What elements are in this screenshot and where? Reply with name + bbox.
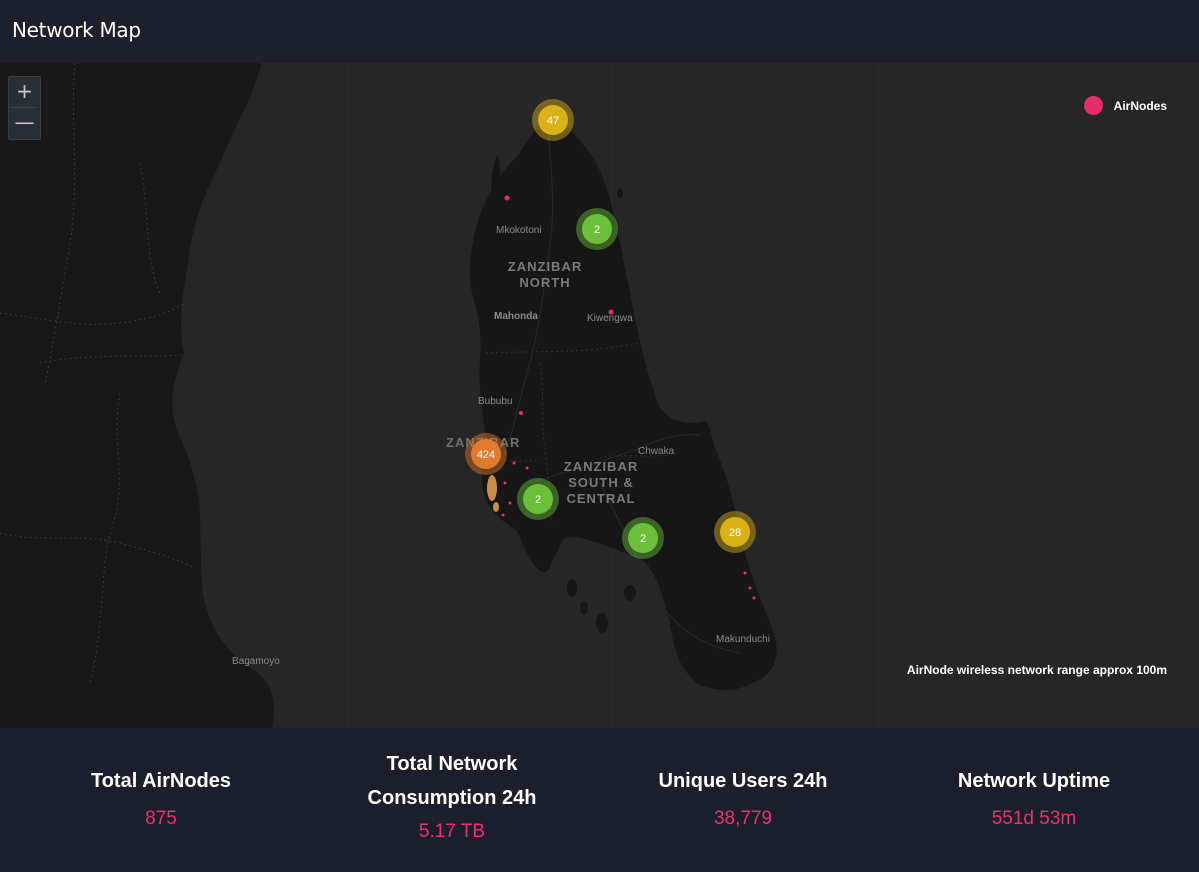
label-kiwengwa: Kiwengwa <box>587 313 633 324</box>
map-canvas[interactable]: Mkokotoni ZANZIBAR NORTH Mahonda Kiwengw… <box>0 63 1199 728</box>
label-bububu: Bububu <box>478 396 512 407</box>
airnode-legend-icon <box>1083 96 1103 115</box>
label-zsc-1: ZANZIBAR <box>564 459 638 474</box>
zoom-control: + — <box>8 76 41 140</box>
stats-panel: Total AirNodes 875 Total Network Consump… <box>0 728 1199 872</box>
stat-network-uptime: Network Uptime 551d 53m <box>913 764 1155 834</box>
stat-value: 551d 53m <box>991 808 1077 829</box>
stat-value: 875 <box>145 808 177 829</box>
stat-title-line1: Total Network <box>386 753 518 775</box>
cluster-marker-424[interactable]: 424 <box>465 433 507 475</box>
cluster-marker-2-north[interactable]: 2 <box>576 208 618 250</box>
stat-title: Unique Users 24h <box>658 770 828 792</box>
stat-title: Total AirNodes <box>90 770 231 792</box>
airnode-marker <box>501 513 505 517</box>
cluster-count: 2 <box>535 494 541 506</box>
label-zsc-3: CENTRAL <box>566 491 635 506</box>
range-note: AirNode wireless network range approx 10… <box>906 663 1167 677</box>
map-legend: AirNodes <box>1083 96 1167 115</box>
stat-total-airnodes: Total AirNodes 875 <box>40 764 282 834</box>
label-bagamoyo: Bagamoyo <box>232 656 280 667</box>
airnode-marker <box>512 461 516 465</box>
zoom-out-button[interactable]: — <box>9 108 40 138</box>
label-mahonda: Mahonda <box>494 311 538 322</box>
airnode-marker <box>525 466 529 470</box>
label-makunduchi: Makunduchi <box>716 634 770 645</box>
airnode-marker <box>508 501 512 505</box>
cluster-count: 47 <box>547 115 559 127</box>
stat-unique-users: Unique Users 24h 38,779 <box>622 764 864 834</box>
airnode-marker <box>752 596 756 600</box>
stat-value: 5.17 TB <box>418 821 486 842</box>
stat-title: Network Uptime <box>957 770 1111 792</box>
legend-label: AirNodes <box>1113 98 1167 113</box>
cluster-count: 28 <box>729 527 741 539</box>
stat-title-line2: Consumption 24h <box>367 787 537 809</box>
cluster-marker-2-central[interactable]: 2 <box>517 478 559 520</box>
airnode-marker <box>608 309 614 315</box>
cluster-marker-2-south[interactable]: 2 <box>622 517 664 559</box>
airnode-marker <box>519 411 523 415</box>
stat-total-consumption: Total Network Consumption 24h 5.17 TB <box>322 747 582 847</box>
zoom-in-button[interactable]: + <box>9 77 40 107</box>
label-zanzibar-north-2: NORTH <box>519 275 570 290</box>
header-bar: Network Map <box>0 0 1199 63</box>
cluster-count: 2 <box>640 533 646 545</box>
airnode-marker <box>504 195 510 201</box>
label-zanzibar-north-1: ZANZIBAR <box>508 259 582 274</box>
airnode-marker <box>503 481 507 485</box>
cluster-count: 424 <box>477 449 495 461</box>
cluster-count: 2 <box>594 224 600 236</box>
cluster-marker-47[interactable]: 47 <box>532 99 574 141</box>
label-chwaka: Chwaka <box>638 446 675 457</box>
stat-value: 38,779 <box>713 808 773 829</box>
label-mkokotoni: Mkokotoni <box>496 225 542 236</box>
airnode-marker <box>743 571 747 575</box>
cluster-marker-28[interactable]: 28 <box>714 511 756 553</box>
label-zsc-2: SOUTH & <box>568 475 634 490</box>
airnode-marker <box>748 586 752 590</box>
network-map[interactable]: Mkokotoni ZANZIBAR NORTH Mahonda Kiwengw… <box>0 63 1199 728</box>
page-title: Network Map <box>12 18 141 42</box>
